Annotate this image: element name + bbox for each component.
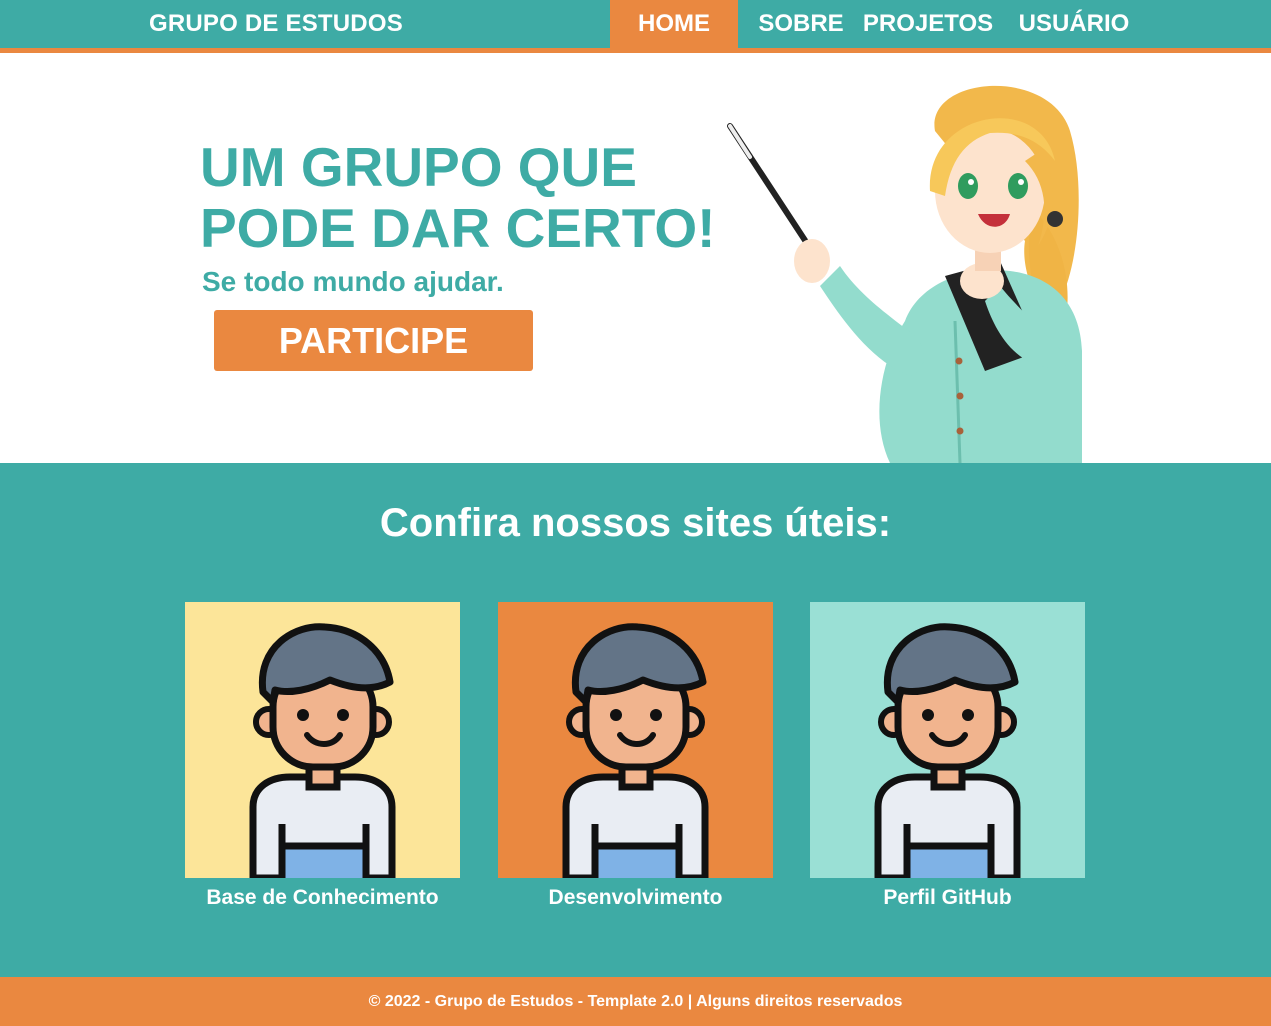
top-navbar: GRUPO DE ESTUDOS HOME SOBRE PROJETOS USU… [0,0,1271,48]
avatar-boy-icon [874,623,1021,878]
teacher-girl-illustration [727,85,1082,463]
sites-title: Confira nossos sites úteis: [379,501,892,545]
useful-sites-section: Confira nossos sites úteis: Base de Conh… [0,463,1271,977]
nav-home[interactable]: HOME [610,0,738,48]
hero-subtitle: Se todo mundo ajudar. [202,266,504,297]
participe-button[interactable]: PARTICIPE [214,310,533,371]
site-card-label[interactable]: Perfil GitHub [810,886,1085,910]
site-card-desenvolvimento[interactable] [498,602,773,878]
brand-title[interactable]: GRUPO DE ESTUDOS [149,10,403,38]
site-card-perfil-github[interactable] [810,602,1085,878]
avatar-boy-icon [562,623,709,878]
nav-sobre[interactable]: SOBRE [750,0,852,48]
hero-section: UM GRUPO QUE PODE DAR CERTO! Se todo mun… [0,53,1271,463]
nav-usuario[interactable]: USUÁRIO [1008,0,1140,48]
site-card-label[interactable]: Base de Conhecimento [185,886,460,910]
avatar-boy-icon [249,623,396,878]
footer: © 2022 - Grupo de Estudos - Template 2.0… [0,977,1271,1026]
site-card-label[interactable]: Desenvolvimento [498,886,773,910]
hero-title: UM GRUPO QUE PODE DAR CERTO! [200,136,716,259]
site-card-base-conhecimento[interactable] [185,602,460,878]
nav-projetos[interactable]: PROJETOS [862,0,994,48]
